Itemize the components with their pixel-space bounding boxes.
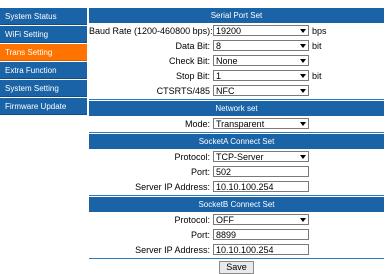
chevron-down-icon (300, 59, 306, 63)
sidebar-item-system-status[interactable]: System Status (0, 8, 87, 25)
data-bit-value: 8 (216, 41, 222, 51)
divider (89, 195, 384, 196)
check-bit-row: Check Bit: None (89, 53, 384, 68)
socketa-protocol-row: Protocol: TCP-Server (89, 149, 384, 164)
check-bit-label: Check Bit: (168, 55, 210, 66)
mode-select[interactable]: Transparent (213, 118, 309, 129)
socketb-protocol-row: Protocol: OFF (89, 212, 384, 227)
sidebar-item-trans-setting[interactable]: Trans Setting (0, 44, 87, 61)
ctsrts-value: NFC (216, 86, 235, 96)
baud-rate-label: Baud Rate (1200-460800 bps): (89, 25, 213, 36)
check-bit-value: None (216, 56, 238, 66)
socketa-protocol-value: TCP-Server (216, 152, 264, 162)
socketa-protocol-label: Protocol: (174, 151, 210, 162)
socketb-ip-input[interactable]: 10.10.100.254 (213, 244, 309, 255)
sidebar-item-extra-function[interactable]: Extra Function (0, 62, 87, 79)
data-bit-label: Data Bit: (175, 40, 210, 51)
ctsrts-label: CTSRTS/485 (156, 85, 210, 96)
sidebar: System Status WiFi Setting Trans Setting… (0, 0, 87, 268)
mode-value: Transparent (216, 119, 265, 129)
socketa-port-label: Port: (190, 166, 210, 177)
chevron-down-icon (300, 218, 306, 222)
socketa-protocol-select[interactable]: TCP-Server (213, 151, 309, 162)
data-bit-select[interactable]: 8 (213, 40, 309, 51)
stop-bit-select[interactable]: 1 (213, 70, 309, 81)
socketb-header: SocketB Connect Set (89, 197, 384, 212)
network-set-header: Network set (89, 101, 384, 116)
chevron-down-icon (300, 89, 306, 93)
chevron-down-icon (300, 74, 306, 78)
baud-rate-value: 19200 (216, 26, 242, 36)
socketb-ip-row: Server IP Address: 10.10.100.254 (89, 242, 384, 257)
settings-form: Serial Port Set Baud Rate (1200-460800 b… (89, 8, 384, 274)
stop-bit-value: 1 (216, 71, 222, 81)
stop-bit-row: Stop Bit: 1 bit (89, 68, 384, 83)
socketb-protocol-select[interactable]: OFF (213, 214, 309, 225)
baud-rate-unit: bps (312, 25, 327, 36)
stop-bit-label: Stop Bit: (175, 70, 210, 81)
socketb-port-input[interactable]: 8899 (213, 229, 309, 240)
serial-port-header: Serial Port Set (89, 8, 384, 23)
socketb-protocol-label: Protocol: (174, 214, 210, 225)
ctsrts-row: CTSRTS/485 NFC (89, 83, 384, 98)
chevron-down-icon (300, 29, 306, 33)
socketb-protocol-value: OFF (216, 215, 234, 225)
mode-row: Mode: Transparent (89, 116, 384, 131)
socketa-port-input[interactable]: 502 (213, 166, 309, 177)
socketa-header: SocketA Connect Set (89, 134, 384, 149)
check-bit-select[interactable]: None (213, 55, 309, 66)
stop-bit-unit: bit (312, 70, 322, 81)
sidebar-item-system-setting[interactable]: System Setting (0, 80, 87, 97)
baud-rate-select[interactable]: 19200 (213, 25, 309, 36)
socketb-port-row: Port: 8899 (89, 227, 384, 242)
chevron-down-icon (300, 155, 306, 159)
sidebar-item-wifi-setting[interactable]: WiFi Setting (0, 26, 87, 43)
data-bit-unit: bit (312, 40, 322, 51)
divider (89, 132, 384, 133)
baud-rate-row: Baud Rate (1200-460800 bps): 19200 bps (89, 23, 384, 38)
mode-label: Mode: (184, 118, 210, 129)
socketb-port-label: Port: (190, 229, 210, 240)
data-bit-row: Data Bit: 8 bit (89, 38, 384, 53)
socketb-ip-label: Server IP Address: (135, 244, 210, 255)
socketa-ip-label: Server IP Address: (135, 181, 210, 192)
divider (89, 258, 384, 259)
socketa-port-row: Port: 502 (89, 164, 384, 179)
chevron-down-icon (300, 122, 306, 126)
socketa-ip-row: Server IP Address: 10.10.100.254 (89, 179, 384, 194)
chevron-down-icon (300, 44, 306, 48)
socketa-ip-input[interactable]: 10.10.100.254 (213, 181, 309, 192)
divider (89, 99, 384, 100)
ctsrts-select[interactable]: NFC (213, 85, 309, 96)
sidebar-item-firmware-update[interactable]: Firmware Update (0, 98, 87, 115)
